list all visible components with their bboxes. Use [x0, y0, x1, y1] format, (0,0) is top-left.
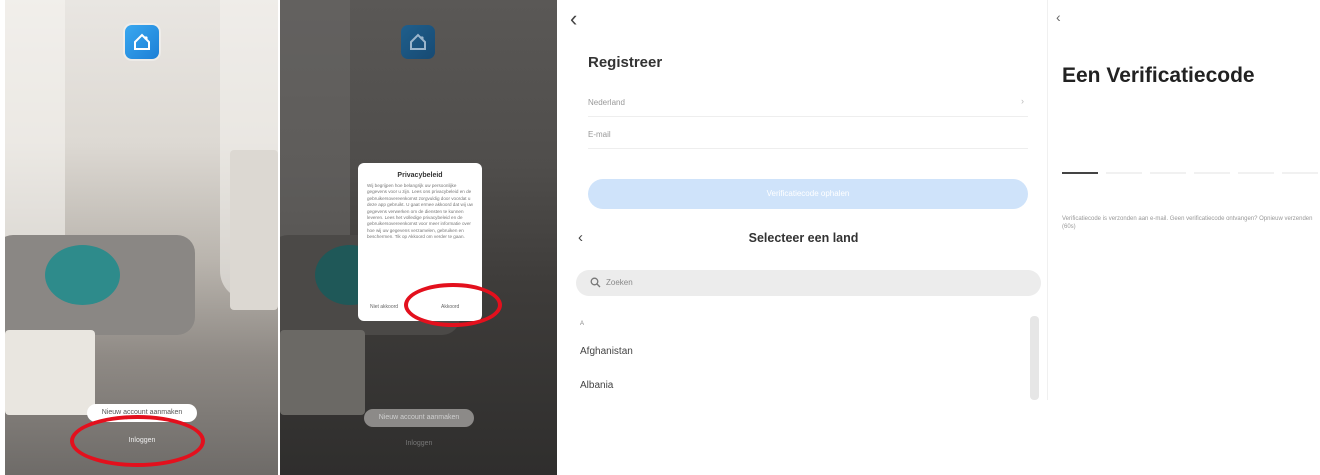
verification-note: Verificatiecode is verzonden aan e-mail.… — [1062, 216, 1313, 230]
side-table-image — [280, 330, 365, 415]
welcome-screen: Nieuw account aanmaken Inloggen — [5, 0, 278, 475]
dialog-title: Privacybeleid — [397, 172, 443, 179]
country-select-sheet: ‹ Selecteer een land Zoeken A Afghanista… — [560, 216, 1047, 400]
highlight-ring-accept — [404, 283, 502, 327]
scrollbar[interactable] — [1030, 316, 1039, 400]
app-logo-icon — [401, 25, 435, 59]
privacy-screen: Privacybeleid Wij begrijpen hoe belangri… — [280, 0, 557, 475]
highlight-ring-login — [70, 415, 205, 467]
country-item-afghanistan[interactable]: Afghanistan — [580, 346, 1020, 357]
login-link[interactable]: Inloggen — [364, 440, 474, 447]
code-digit-2[interactable] — [1106, 172, 1142, 174]
back-arrow-icon[interactable]: ‹ — [570, 8, 577, 30]
get-code-button[interactable]: Verificatiecode ophalen — [588, 179, 1028, 209]
code-digit-3[interactable] — [1150, 172, 1186, 174]
register-screen: ‹ Registreer Nederland › E-mail Verifica… — [560, 0, 1047, 400]
code-digit-6[interactable] — [1282, 172, 1318, 174]
panel-divider — [1047, 0, 1048, 400]
code-digit-1[interactable] — [1062, 172, 1098, 174]
country-sheet-title: Selecteer een land — [748, 231, 859, 245]
country-field[interactable]: Nederland › — [588, 88, 1028, 117]
code-digit-5[interactable] — [1238, 172, 1274, 174]
decline-button[interactable]: Niet akkoord — [370, 304, 398, 310]
side-table-image — [5, 330, 95, 415]
verification-title: Een Verificatiecode — [1062, 64, 1255, 87]
lamp-image — [230, 150, 278, 310]
email-field-placeholder: E-mail — [588, 130, 611, 139]
chevron-right-icon: › — [1021, 96, 1024, 106]
search-icon — [590, 277, 601, 288]
create-account-button[interactable]: Nieuw account aanmaken — [364, 409, 474, 427]
teal-cushion-image — [45, 245, 120, 305]
country-item-albania[interactable]: Albania — [580, 380, 1020, 391]
app-logo-icon — [125, 25, 159, 59]
code-digit-4[interactable] — [1194, 172, 1230, 174]
register-title: Registreer — [588, 54, 663, 71]
country-field-value: Nederland — [588, 98, 625, 107]
search-placeholder: Zoeken — [606, 278, 633, 287]
verification-screen: ‹ Een Verificatiecode Verificatiecode is… — [1050, 0, 1320, 260]
index-letter: A — [580, 321, 585, 327]
dialog-body: Wij begrijpen hoe belangrijk uw persoonl… — [367, 183, 473, 240]
country-search-input[interactable]: Zoeken — [576, 270, 1041, 296]
back-arrow-icon[interactable]: ‹ — [1056, 10, 1061, 24]
email-field[interactable]: E-mail — [588, 120, 1028, 149]
